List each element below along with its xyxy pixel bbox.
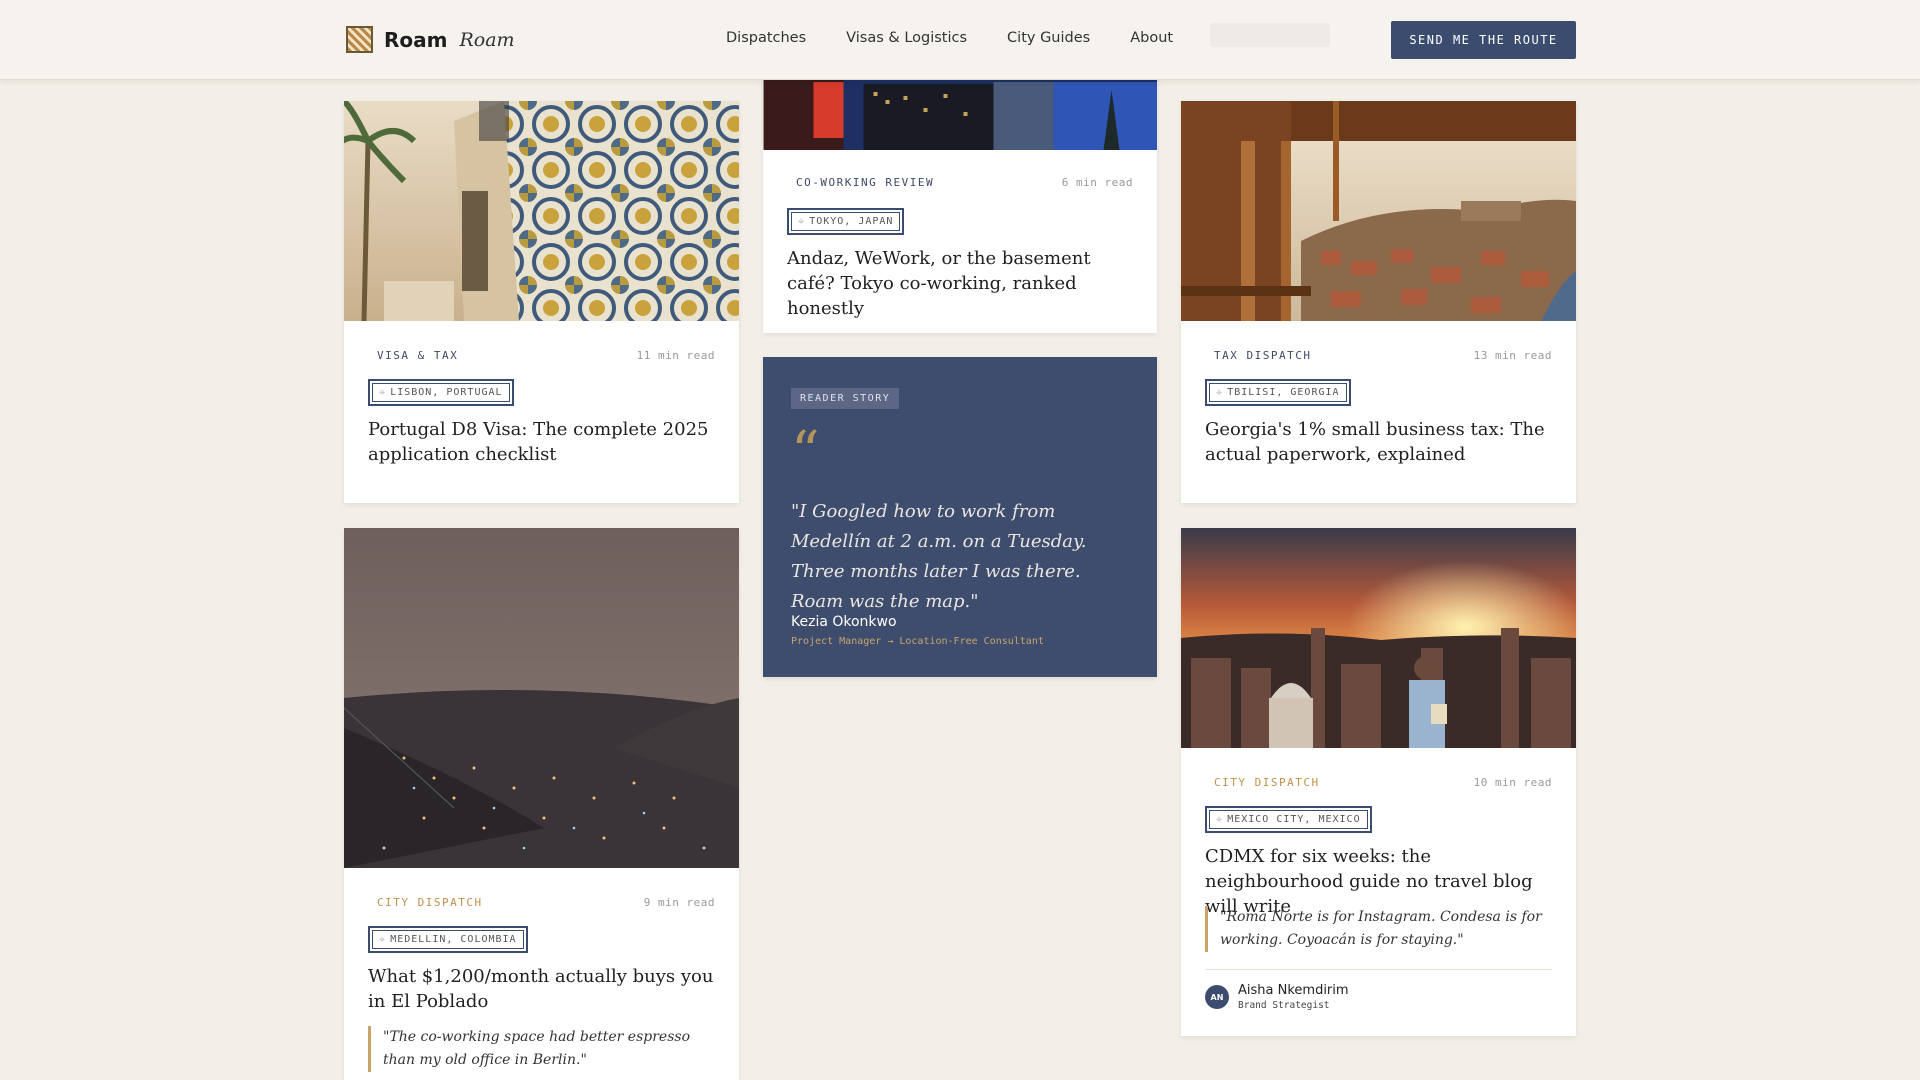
article-card-tbilisi[interactable]: TAX DISPATCH 13 min read ⌖ TBILISI, GEOR… <box>1181 101 1576 503</box>
author-block[interactable]: AN Aisha Nkemdirim Brand Strategist <box>1205 983 1349 1011</box>
article-title[interactable]: Portugal D8 Visa: The complete 2025 appl… <box>368 417 715 467</box>
location-tag[interactable]: ⌖ LISBON, PORTUGAL <box>368 379 514 406</box>
brand-script: Roam <box>459 28 515 51</box>
brand[interactable]: Roam Roam <box>346 26 515 53</box>
category-label: CITY DISPATCH <box>377 896 483 909</box>
pull-quote: "The co-working space had better espress… <box>368 1026 715 1072</box>
nav-about[interactable]: About <box>1130 30 1173 46</box>
reader-story-name: Kezia Okonkwo <box>791 614 897 630</box>
site-header: Roam Roam Dispatches Visas & Logistics C… <box>0 0 1920 80</box>
nav-visas-logistics[interactable]: Visas & Logistics <box>846 30 967 46</box>
location-text: TOKYO, JAPAN <box>809 216 894 227</box>
article-card-lisbon[interactable]: VISA & TAX 11 min read ⌖ LISBON, PORTUGA… <box>344 101 739 503</box>
card-meta: CITY DISPATCH 9 min read <box>377 896 715 909</box>
main-nav: Dispatches Visas & Logistics City Guides… <box>726 30 1173 46</box>
author-name: Aisha Nkemdirim <box>1238 983 1349 998</box>
card-meta: CITY DISPATCH 10 min read <box>1214 776 1552 789</box>
tile-logo-icon <box>346 26 373 53</box>
card-meta: CO-WORKING REVIEW 6 min read <box>796 176 1133 189</box>
tbilisi-balcony-image <box>1181 101 1576 321</box>
nav-dispatches[interactable]: Dispatches <box>726 30 806 46</box>
category-label: TAX DISPATCH <box>1214 349 1312 362</box>
category-label: VISA & TAX <box>377 349 459 362</box>
pin-icon: ⌖ <box>798 214 806 228</box>
pull-quote: "Roma Norte is for Instagram. Condesa is… <box>1205 906 1552 952</box>
category-label: CITY DISPATCH <box>1214 776 1320 789</box>
category-label: CO-WORKING REVIEW <box>796 176 935 189</box>
read-time: 6 min read <box>1061 176 1133 189</box>
read-time: 10 min read <box>1473 776 1552 789</box>
card-meta: VISA & TAX 11 min read <box>377 349 715 362</box>
pin-icon: ⌖ <box>379 385 387 399</box>
reader-story-role: Project Manager → Location-Free Consulta… <box>791 636 1044 647</box>
reader-story-badge: READER STORY <box>791 388 900 409</box>
article-card-medellin[interactable]: CITY DISPATCH 9 min read ⌖ MEDELLIN, COL… <box>344 528 739 1080</box>
article-title[interactable]: Andaz, WeWork, or the basement café? Tok… <box>787 246 1133 321</box>
location-tag[interactable]: ⌖ TOKYO, JAPAN <box>787 208 905 235</box>
location-text: LISBON, PORTUGAL <box>390 387 503 398</box>
reader-story-card: READER STORY “ "I Googled how to work fr… <box>763 357 1157 677</box>
nav-city-guides[interactable]: City Guides <box>1007 30 1090 46</box>
read-time: 13 min read <box>1473 349 1552 362</box>
brand-name: Roam <box>384 27 448 52</box>
author-divider <box>1205 969 1552 970</box>
article-title[interactable]: What $1,200/month actually buys you in E… <box>368 964 715 1014</box>
article-card-cdmx[interactable]: CITY DISPATCH 10 min read ⌖ MEXICO CITY,… <box>1181 528 1576 1036</box>
pin-icon: ⌖ <box>379 932 387 946</box>
location-text: TBILISI, GEORGIA <box>1227 387 1340 398</box>
location-tag[interactable]: ⌖ TBILISI, GEORGIA <box>1205 379 1351 406</box>
read-time: 9 min read <box>643 896 715 909</box>
avatar: AN <box>1205 985 1229 1009</box>
quote-mark-icon: “ <box>791 420 820 485</box>
cdmx-sunset-image <box>1181 528 1576 748</box>
header-faint-element <box>1210 23 1330 47</box>
author-role: Brand Strategist <box>1238 1000 1330 1011</box>
lisbon-tile-wall-image <box>344 101 739 321</box>
pin-icon: ⌖ <box>1216 812 1224 826</box>
article-title[interactable]: Georgia's 1% small business tax: The act… <box>1205 417 1552 467</box>
location-text: MEXICO CITY, MEXICO <box>1227 814 1361 825</box>
location-tag[interactable]: ⌖ MEDELLIN, COLOMBIA <box>368 926 528 953</box>
read-time: 11 min read <box>636 349 715 362</box>
send-route-button[interactable]: SEND ME THE ROUTE <box>1391 21 1576 59</box>
location-text: MEDELLIN, COLOMBIA <box>390 934 517 945</box>
medellin-night-city-image <box>344 528 739 868</box>
reader-story-quote: "I Googled how to work from Medellín at … <box>791 501 1087 612</box>
card-meta: TAX DISPATCH 13 min read <box>1214 349 1552 362</box>
location-tag[interactable]: ⌖ MEXICO CITY, MEXICO <box>1205 806 1372 833</box>
pin-icon: ⌖ <box>1216 385 1224 399</box>
